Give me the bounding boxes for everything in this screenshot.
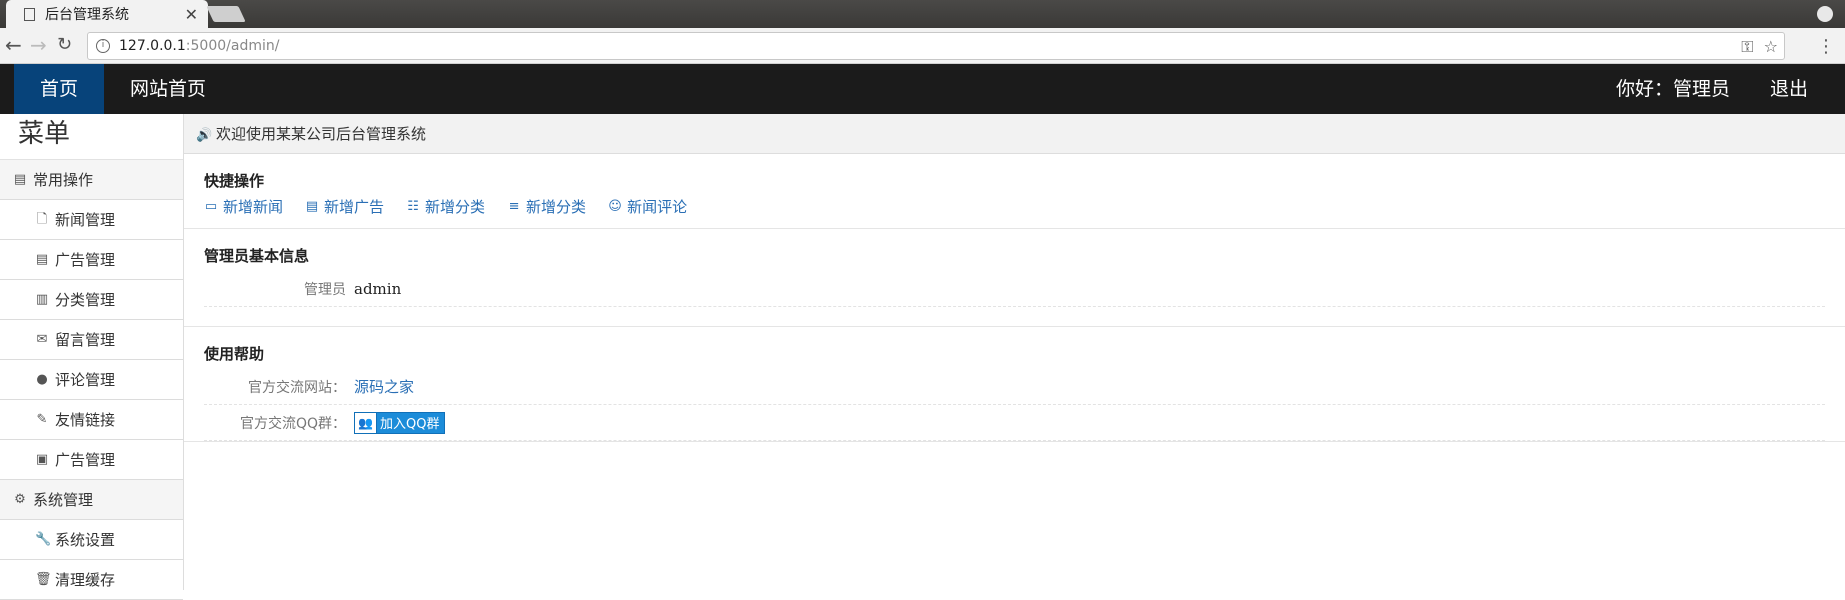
quick-actions-section: 快捷操作 ▭ 新增新闻 ▤ 新增广告 ☷ 新增分类 ≡ 新增分类 ☺ 新闻评论	[184, 154, 1845, 229]
gear-icon: ⚙	[14, 491, 26, 507]
quick-add-category-2[interactable]: ≡ 新增分类	[507, 196, 586, 217]
star-icon[interactable]: ☆	[1764, 37, 1778, 56]
qq-button-label: 加入QQ群	[380, 417, 440, 432]
join-qq-group-button[interactable]: 👥 加入QQ群	[354, 411, 446, 434]
sidebar-item-cache[interactable]: 🗑 清理缓存	[0, 560, 183, 600]
address-bar[interactable]: i 127.0.0.1:5000/admin/ ⚿ ☆	[87, 32, 1785, 60]
books-icon: ▥	[35, 291, 49, 307]
smile-icon: ☺	[608, 198, 622, 214]
sidebar-item-ads[interactable]: ▤ 广告管理	[0, 240, 183, 280]
sidebar-group-common[interactable]: ▤ 常用操作	[0, 160, 183, 200]
help-section: 使用帮助 官方交流网站： 源码之家 官方交流QQ群： 👥 加入QQ群	[184, 327, 1845, 442]
reload-icon[interactable]: ↻	[57, 34, 72, 56]
qq-group-icon: 👥	[355, 412, 377, 433]
page-icon	[24, 7, 35, 21]
link-label: 新增分类	[425, 198, 486, 216]
file-icon: 🗋	[36, 211, 48, 227]
tab-title: 后台管理系统	[45, 7, 129, 23]
item-label: 清理缓存	[55, 570, 116, 589]
sidebar-group-system[interactable]: ⚙ 系统管理	[0, 480, 183, 520]
list-icon: ☷	[407, 198, 419, 214]
item-label: 分类管理	[55, 290, 116, 309]
link-label: 新增分类	[526, 198, 587, 216]
align-justify-icon: ≡	[508, 198, 520, 214]
sidebar-item-messages[interactable]: ✉ 留言管理	[0, 320, 183, 360]
user-greeting[interactable]: 你好：管理员	[1592, 64, 1754, 114]
list-alt-icon: ▤	[35, 251, 49, 267]
volume-icon: 🔊	[196, 128, 213, 143]
forward-icon[interactable]: →	[30, 34, 47, 56]
menu-icon[interactable]: ⋮	[1817, 36, 1835, 57]
site-row: 官方交流网站： 源码之家	[204, 369, 1825, 405]
back-icon[interactable]: ←	[5, 34, 22, 56]
section-title: 管理员基本信息	[204, 247, 310, 265]
browser-tab-strip: 后台管理系统 ✕	[0, 0, 1845, 28]
section-title: 使用帮助	[204, 345, 265, 363]
comment-icon: ●	[36, 371, 48, 387]
document-icon: ▤	[305, 198, 319, 214]
qq-row: 官方交流QQ群： 👥 加入QQ群	[204, 405, 1825, 441]
item-label: 新闻管理	[55, 210, 116, 229]
picture-icon: ▣	[35, 451, 49, 467]
quick-news-comments[interactable]: ☺ 新闻评论	[608, 196, 687, 217]
sidebar-item-comments[interactable]: ● 评论管理	[0, 360, 183, 400]
newspaper-icon: ▭	[204, 198, 218, 214]
sidebar: 菜单 ▤ 常用操作 🗋 新闻管理 ▤ 广告管理 ▥ 分类管理 ✉ 留言管理 ● 评论管理 ✎…	[0, 114, 184, 600]
quick-add-ad[interactable]: ▤ 新增广告	[305, 196, 384, 217]
welcome-bar: 🔊 欢迎使用某某公司后台管理系统	[184, 114, 1845, 154]
omnibox-actions: ⚿ ☆	[1741, 37, 1778, 57]
menu-title: 菜单	[0, 114, 183, 160]
url-path: :5000/admin/	[185, 38, 280, 54]
item-label: 友情链接	[55, 410, 116, 429]
quick-add-news[interactable]: ▭ 新增新闻	[204, 196, 283, 217]
new-tab-button[interactable]	[206, 6, 246, 22]
top-navbar: 首页 网站首页 你好：管理员 退出	[0, 64, 1845, 114]
group-label: 系统管理	[33, 490, 94, 509]
link-icon: ✎	[36, 411, 48, 427]
main-content: 🔊 欢迎使用某某公司后台管理系统 快捷操作 ▭ 新增新闻 ▤ 新增广告 ☷ 新增分类 ≡…	[184, 114, 1845, 590]
section-title: 快捷操作	[204, 172, 265, 190]
item-label: 留言管理	[55, 330, 116, 349]
link-label: 新增新闻	[223, 198, 284, 216]
nav-home[interactable]: 首页	[14, 64, 105, 114]
qq-label: 官方交流QQ群：	[239, 415, 346, 432]
item-label: 广告管理	[55, 250, 116, 269]
browser-tab[interactable]: 后台管理系统 ✕	[6, 0, 208, 28]
sidebar-item-category[interactable]: ▥ 分类管理	[0, 280, 183, 320]
link-label: 新增广告	[324, 198, 385, 216]
admin-info-section: 管理员基本信息 管理员 admin	[184, 229, 1845, 327]
item-label: 系统设置	[55, 530, 116, 549]
sidebar-item-news[interactable]: 🗋 新闻管理	[0, 200, 183, 240]
close-tab-icon[interactable]: ✕	[185, 5, 198, 24]
url-host: 127.0.0.1	[119, 38, 186, 54]
item-label: 广告管理	[55, 450, 116, 469]
info-icon[interactable]: i	[96, 39, 110, 53]
admin-label: 管理员	[304, 281, 346, 298]
welcome-text: 欢迎使用某某公司后台管理系统	[216, 125, 427, 143]
nav-site-home[interactable]: 网站首页	[106, 64, 230, 114]
item-label: 评论管理	[55, 370, 116, 389]
wrench-icon: 🔧	[35, 531, 52, 547]
link-label: 新闻评论	[627, 198, 688, 216]
sidebar-item-links[interactable]: ✎ 友情链接	[0, 400, 183, 440]
sidebar-item-ads-2[interactable]: ▣ 广告管理	[0, 440, 183, 480]
envelope-icon: ✉	[36, 331, 48, 347]
admin-value: admin	[354, 279, 402, 298]
sidebar-item-settings[interactable]: 🔧 系统设置	[0, 520, 183, 560]
browser-toolbar: ← → ↻ i 127.0.0.1:5000/admin/ ⚿ ☆ ⋮	[0, 28, 1845, 64]
nav-logout[interactable]: 退出	[1746, 64, 1832, 114]
profile-icon[interactable]	[1817, 6, 1833, 22]
key-icon[interactable]: ⚿	[1741, 37, 1753, 56]
site-label: 官方交流网站：	[248, 379, 346, 396]
quick-add-category[interactable]: ☷ 新增分类	[406, 196, 485, 217]
quick-links: ▭ 新增新闻 ▤ 新增广告 ☷ 新增分类 ≡ 新增分类 ☺ 新闻评论	[204, 196, 1825, 228]
trash-icon: 🗑	[35, 571, 52, 587]
book-icon: ▤	[13, 171, 27, 187]
admin-row: 管理员 admin	[204, 271, 1825, 307]
site-link[interactable]: 源码之家	[354, 376, 414, 397]
group-label: 常用操作	[33, 170, 94, 189]
